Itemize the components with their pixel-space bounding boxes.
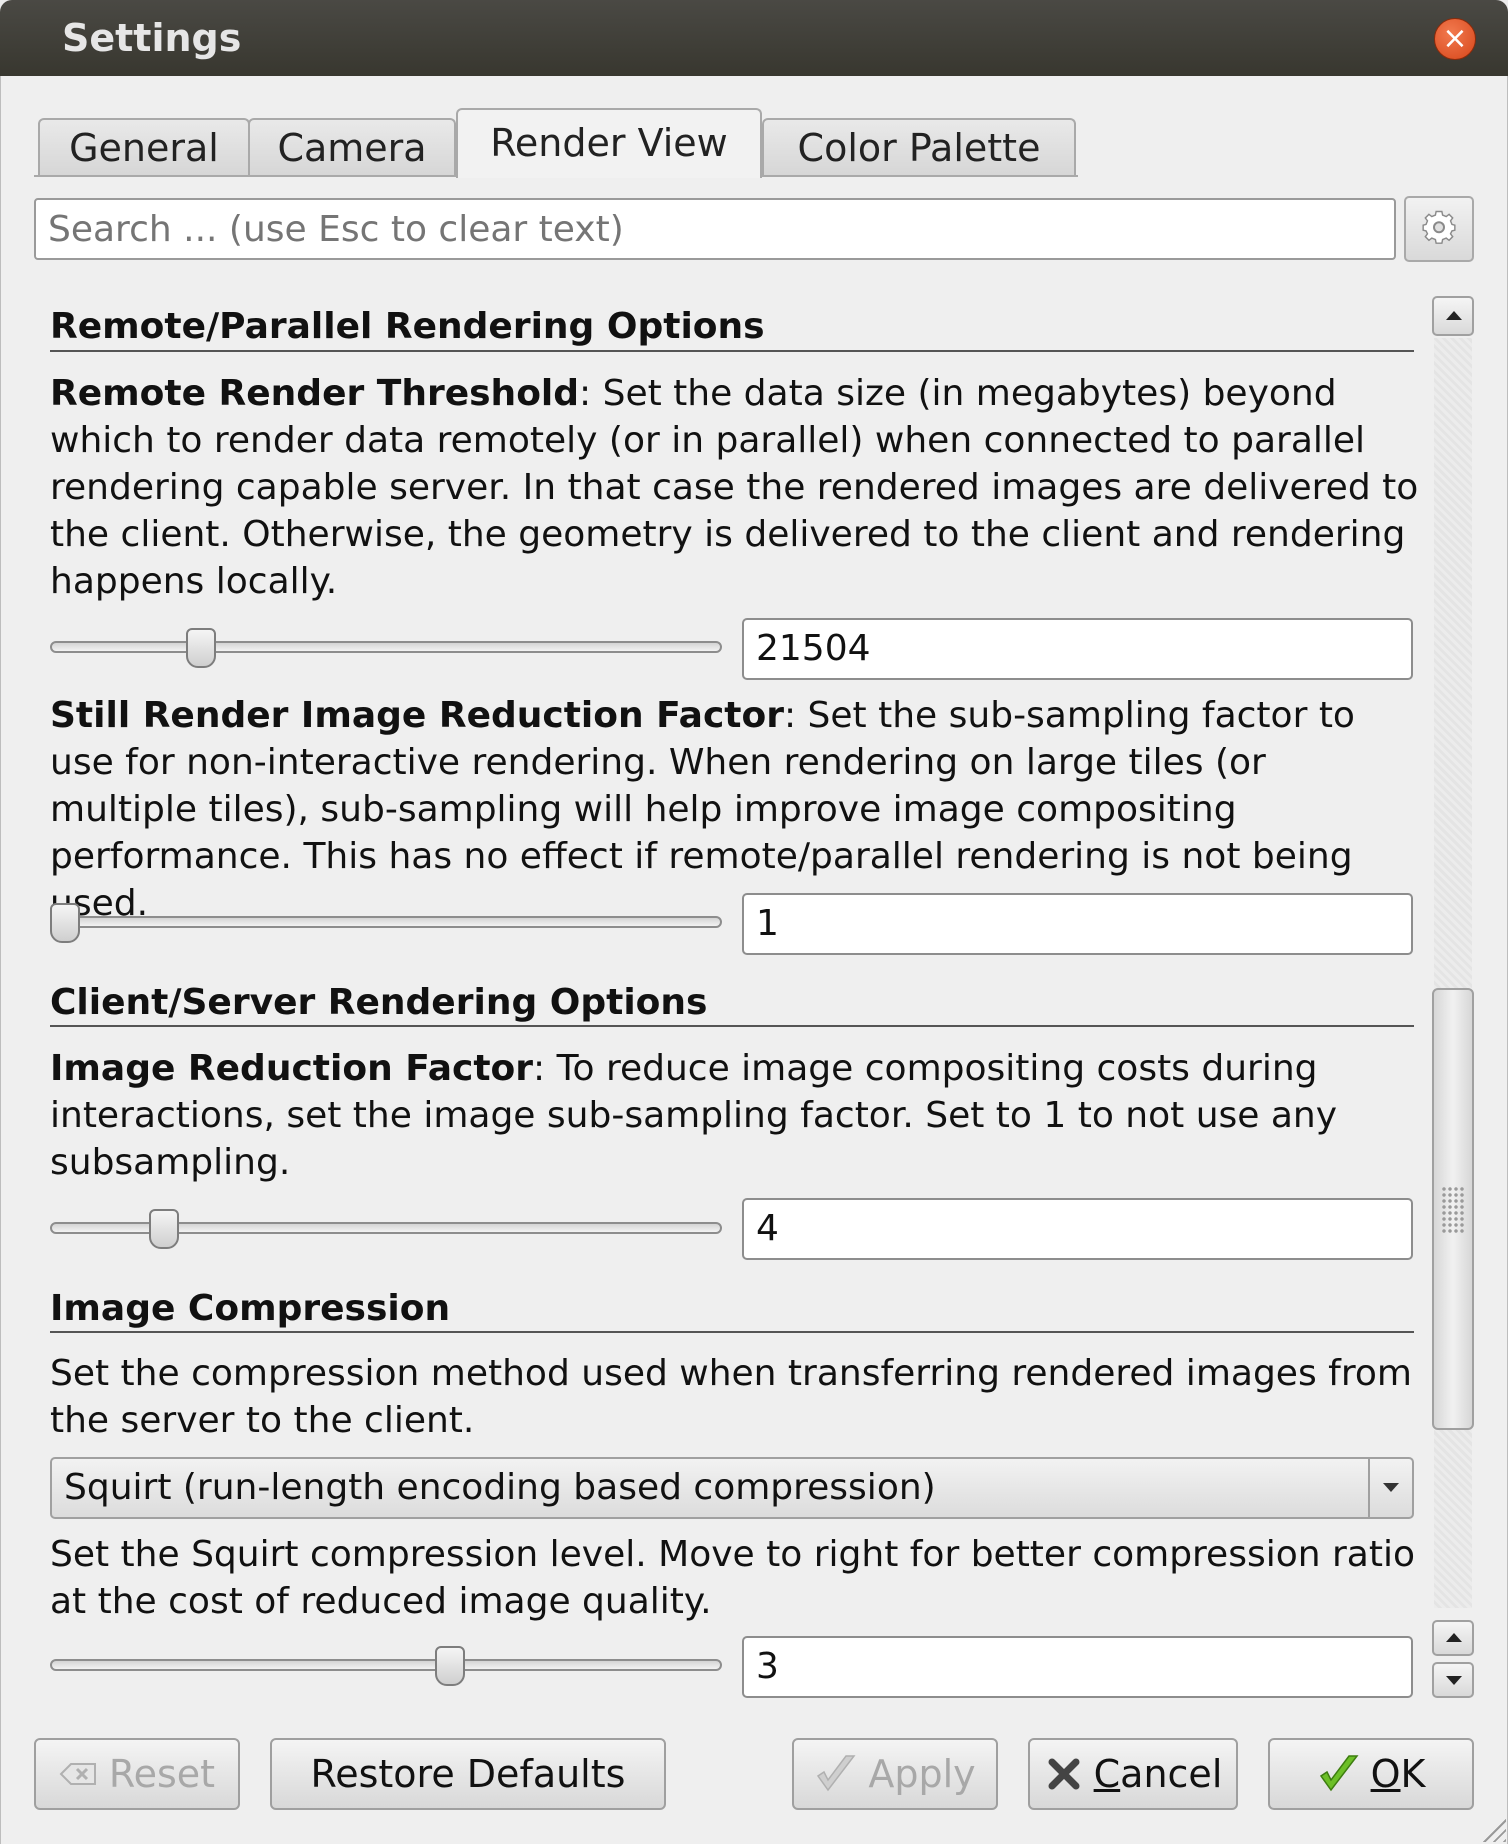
scrollbar-thumb[interactable] — [1432, 988, 1474, 1430]
ok-label: OK — [1370, 1752, 1426, 1796]
gear-icon — [1422, 210, 1456, 244]
apply-button[interactable]: Apply — [792, 1738, 998, 1810]
still-render-reduction-slider-handle[interactable] — [50, 903, 80, 943]
arrow-up-icon — [1446, 1633, 1462, 1642]
section-title-remote-parallel: Remote/Parallel Rendering Options — [50, 306, 765, 347]
checkmark-icon — [1317, 1740, 1361, 1829]
chevron-down-icon — [1383, 1483, 1399, 1492]
squirt-compression-slider-handle[interactable] — [435, 1646, 465, 1686]
section-divider — [50, 1025, 1414, 1027]
section-divider — [50, 350, 1414, 352]
scroll-down-up-button[interactable] — [1432, 1620, 1474, 1656]
search-input[interactable] — [34, 198, 1396, 260]
cancel-button[interactable]: Cancel — [1028, 1738, 1238, 1810]
squirt-compression-slider[interactable] — [50, 1659, 722, 1671]
compression-method-select[interactable]: Squirt (run-length encoding based compre… — [50, 1457, 1414, 1519]
tab-render-view[interactable]: Render View — [456, 108, 762, 178]
window-title: Settings — [62, 16, 242, 60]
grip-icon — [1441, 1186, 1465, 1234]
arrow-down-icon — [1446, 1676, 1462, 1685]
remote-render-threshold-slider[interactable] — [50, 641, 722, 653]
section-title-image-compression: Image Compression — [50, 1288, 451, 1329]
ok-button[interactable]: OK — [1268, 1738, 1474, 1810]
remote-render-threshold-slider-handle[interactable] — [186, 628, 216, 668]
compression-method-dropdown[interactable] — [1368, 1459, 1412, 1517]
tab-general[interactable]: General — [38, 118, 250, 176]
reset-label: Reset — [108, 1752, 216, 1796]
still-render-reduction-label: Still Render Image Reduction Factor — [50, 695, 784, 736]
checkmark-icon — [814, 1740, 858, 1829]
close-button[interactable]: × — [1434, 18, 1476, 60]
remote-render-threshold-description: Remote Render Threshold: Set the data si… — [50, 370, 1420, 605]
tab-camera[interactable]: Camera — [248, 118, 456, 176]
scroll-up-button[interactable] — [1432, 296, 1474, 336]
reset-button[interactable]: Reset — [34, 1738, 240, 1810]
tab-color-palette[interactable]: Color Palette — [762, 118, 1076, 176]
still-render-reduction-input[interactable]: 1 — [742, 893, 1413, 955]
restore-defaults-label: Restore Defaults — [310, 1752, 626, 1796]
section-title-client-server: Client/Server Rendering Options — [50, 982, 708, 1023]
still-render-reduction-slider[interactable] — [50, 916, 722, 928]
image-reduction-label: Image Reduction Factor — [50, 1048, 534, 1089]
image-reduction-input[interactable]: 4 — [742, 1198, 1413, 1260]
squirt-compression-input[interactable]: 3 — [742, 1636, 1413, 1698]
image-reduction-slider-handle[interactable] — [149, 1209, 179, 1249]
image-reduction-description: Image Reduction Factor: To reduce image … — [50, 1045, 1420, 1186]
remote-render-threshold-input[interactable]: 21504 — [742, 618, 1413, 680]
apply-label: Apply — [868, 1752, 976, 1796]
image-compression-description: Set the compression method used when tra… — [50, 1353, 1412, 1441]
still-render-reduction-description: Still Render Image Reduction Factor: Set… — [50, 692, 1420, 927]
squirt-compression-description: Set the Squirt compression level. Move t… — [50, 1534, 1416, 1622]
scroll-down-button[interactable] — [1432, 1662, 1474, 1698]
cancel-label: Cancel — [1093, 1752, 1223, 1796]
remote-render-threshold-label: Remote Render Threshold — [50, 373, 580, 414]
compression-method-value: Squirt (run-length encoding based compre… — [64, 1467, 936, 1508]
section-divider — [50, 1331, 1414, 1333]
restore-defaults-button[interactable]: Restore Defaults — [270, 1738, 666, 1810]
advanced-settings-button[interactable] — [1404, 196, 1474, 262]
window-titlebar: Settings × — [0, 0, 1508, 76]
backspace-icon — [59, 1740, 99, 1829]
close-icon: × — [1442, 21, 1468, 56]
close-icon — [1044, 1740, 1084, 1829]
arrow-up-icon — [1446, 311, 1462, 320]
